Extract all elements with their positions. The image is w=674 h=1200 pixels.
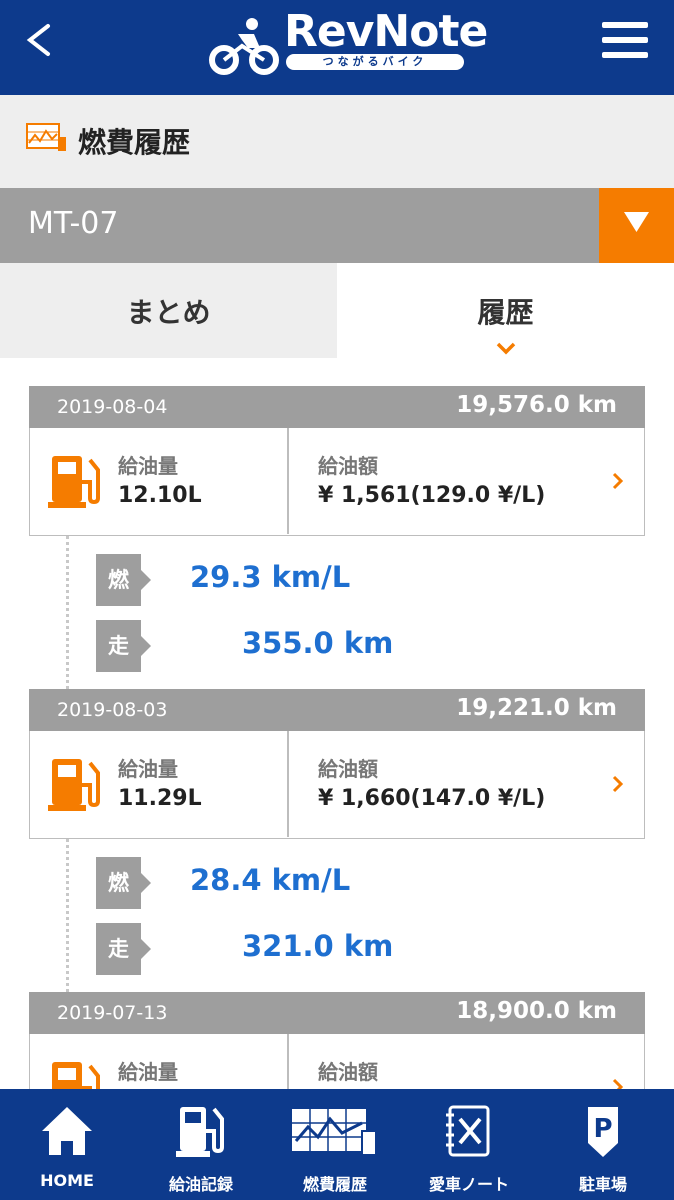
divider (287, 1034, 289, 1089)
chevron-right-icon[interactable] (612, 472, 624, 490)
fuel-record[interactable]: 2019-08-04 19,576.0 km 給油量 12.10L 給油額 ¥ … (29, 386, 645, 536)
fuel-history-icon (292, 1109, 377, 1156)
fuel-economy-label: 燃費 (96, 857, 151, 947)
record-odometer: 18,900.0 km (456, 998, 617, 1024)
fuel-history-icon (26, 123, 66, 151)
record-header: 2019-08-03 19,221.0 km (29, 689, 645, 731)
vehicle-name: MT-07 (28, 206, 119, 241)
distance-label: 走行距離 (96, 620, 151, 814)
divider (287, 428, 289, 534)
nav-fuel-history[interactable]: 燃費履歴 (268, 1089, 402, 1200)
svg-text:P: P (593, 1114, 612, 1144)
bottom-navigation: HOME 給油記録 燃費履歴 愛車ノート P 駐車場 (0, 1089, 674, 1200)
note-icon (446, 1105, 490, 1157)
nav-vehicle-note[interactable]: 愛車ノート (402, 1089, 536, 1200)
record-metrics: 燃費 29.3 km/L 走行距離 355.0 km (0, 536, 674, 814)
distance-label: 走行距離 (96, 923, 151, 1065)
vehicle-dropdown-button[interactable] (599, 188, 674, 263)
record-body[interactable]: 給油量 12.10L 給油額 ¥ 1,561(129.0 ¥/L) (29, 428, 645, 536)
fuel-quantity-value: 11.29L (118, 786, 202, 811)
timeline-dotted-line (66, 839, 69, 992)
fuel-amount-label: 給油額 (318, 454, 378, 478)
record-body[interactable]: 給油量 給油額 (29, 1034, 645, 1089)
back-icon[interactable] (18, 16, 68, 66)
fuel-quantity-label: 給油量 (118, 454, 178, 478)
chevron-right-icon[interactable] (612, 1078, 624, 1089)
fuel-amount-label: 給油額 (318, 757, 378, 781)
logo-text: RevNote (284, 6, 488, 57)
record-body[interactable]: 給油量 11.29L 給油額 ¥ 1,660(147.0 ¥/L) (29, 731, 645, 839)
nav-fuel-record[interactable]: 給油記録 (134, 1089, 268, 1200)
fuel-pump-icon (48, 456, 100, 508)
fuel-quantity-label: 給油量 (118, 1060, 178, 1084)
nav-vehicle-note-label: 愛車ノート (428, 1175, 509, 1194)
tab-bar: まとめ 履歴 (0, 263, 674, 358)
section-header: 燃費履歴 (0, 95, 674, 188)
nav-fuel-record-label: 給油記録 (168, 1175, 233, 1194)
timeline-dotted-line (66, 536, 69, 689)
record-date: 2019-07-13 (57, 1002, 168, 1024)
nav-home[interactable]: HOME (0, 1089, 134, 1200)
triangle-down-icon (624, 212, 649, 232)
fuel-record[interactable]: 2019-08-03 19,221.0 km 給油量 11.29L 給油額 ¥ … (29, 689, 645, 839)
fuel-pump-icon (52, 1062, 100, 1089)
tab-history-label: 履歴 (477, 296, 534, 329)
distance-value: 355.0 km (242, 626, 394, 660)
record-date: 2019-08-03 (57, 699, 168, 721)
record-metrics: 燃費 28.4 km/L 走行距離 321.0 km (0, 839, 674, 1065)
bike-rider-icon (209, 18, 279, 75)
fuel-pump-icon (176, 1107, 224, 1157)
home-icon (42, 1107, 92, 1155)
distance-value: 321.0 km (242, 929, 394, 963)
divider (287, 731, 289, 837)
nav-parking[interactable]: P 駐車場 (536, 1089, 670, 1200)
vehicle-selector[interactable]: MT-07 (0, 188, 674, 263)
tab-summary[interactable]: まとめ (0, 263, 337, 358)
app-logo: RevNote つながるバイク (208, 6, 488, 80)
record-header: 2019-08-04 19,576.0 km (29, 386, 645, 428)
parking-icon: P (588, 1107, 618, 1157)
record-header: 2019-07-13 18,900.0 km (29, 992, 645, 1034)
fuel-economy-label: 燃費 (96, 554, 151, 644)
fuel-amount-label: 給油額 (318, 1060, 378, 1084)
tab-summary-label: まとめ (126, 296, 211, 329)
record-odometer: 19,576.0 km (456, 392, 617, 418)
fuel-quantity-label: 給油量 (118, 757, 178, 781)
record-odometer: 19,221.0 km (456, 695, 617, 721)
nav-home-label: HOME (40, 1171, 94, 1190)
fuel-amount-value: ¥ 1,561(129.0 ¥/L) (318, 483, 546, 508)
chevron-right-icon[interactable] (612, 775, 624, 793)
fuel-pump-icon (48, 759, 100, 811)
fuel-quantity-value: 12.10L (118, 483, 202, 508)
fuel-amount-value: ¥ 1,660(147.0 ¥/L) (318, 786, 546, 811)
app-header: RevNote つながるバイク (0, 0, 674, 95)
fuel-economy-value: 28.4 km/L (190, 863, 351, 897)
fuel-economy-value: 29.3 km/L (190, 560, 351, 594)
fuel-record-list[interactable]: 2019-08-04 19,576.0 km 給油量 12.10L 給油額 ¥ … (0, 358, 674, 1089)
logo-tagline: つながるバイク (286, 54, 464, 70)
fuel-record[interactable]: 2019-07-13 18,900.0 km 給油量 給油額 (29, 992, 645, 1089)
nav-fuel-history-label: 燃費履歴 (302, 1175, 367, 1194)
nav-parking-label: 駐車場 (578, 1175, 627, 1194)
hamburger-menu-icon[interactable] (602, 22, 648, 66)
chevron-down-icon (496, 342, 516, 355)
section-title: 燃費履歴 (78, 126, 191, 159)
tab-history[interactable]: 履歴 (337, 263, 674, 358)
record-date: 2019-08-04 (57, 396, 168, 418)
